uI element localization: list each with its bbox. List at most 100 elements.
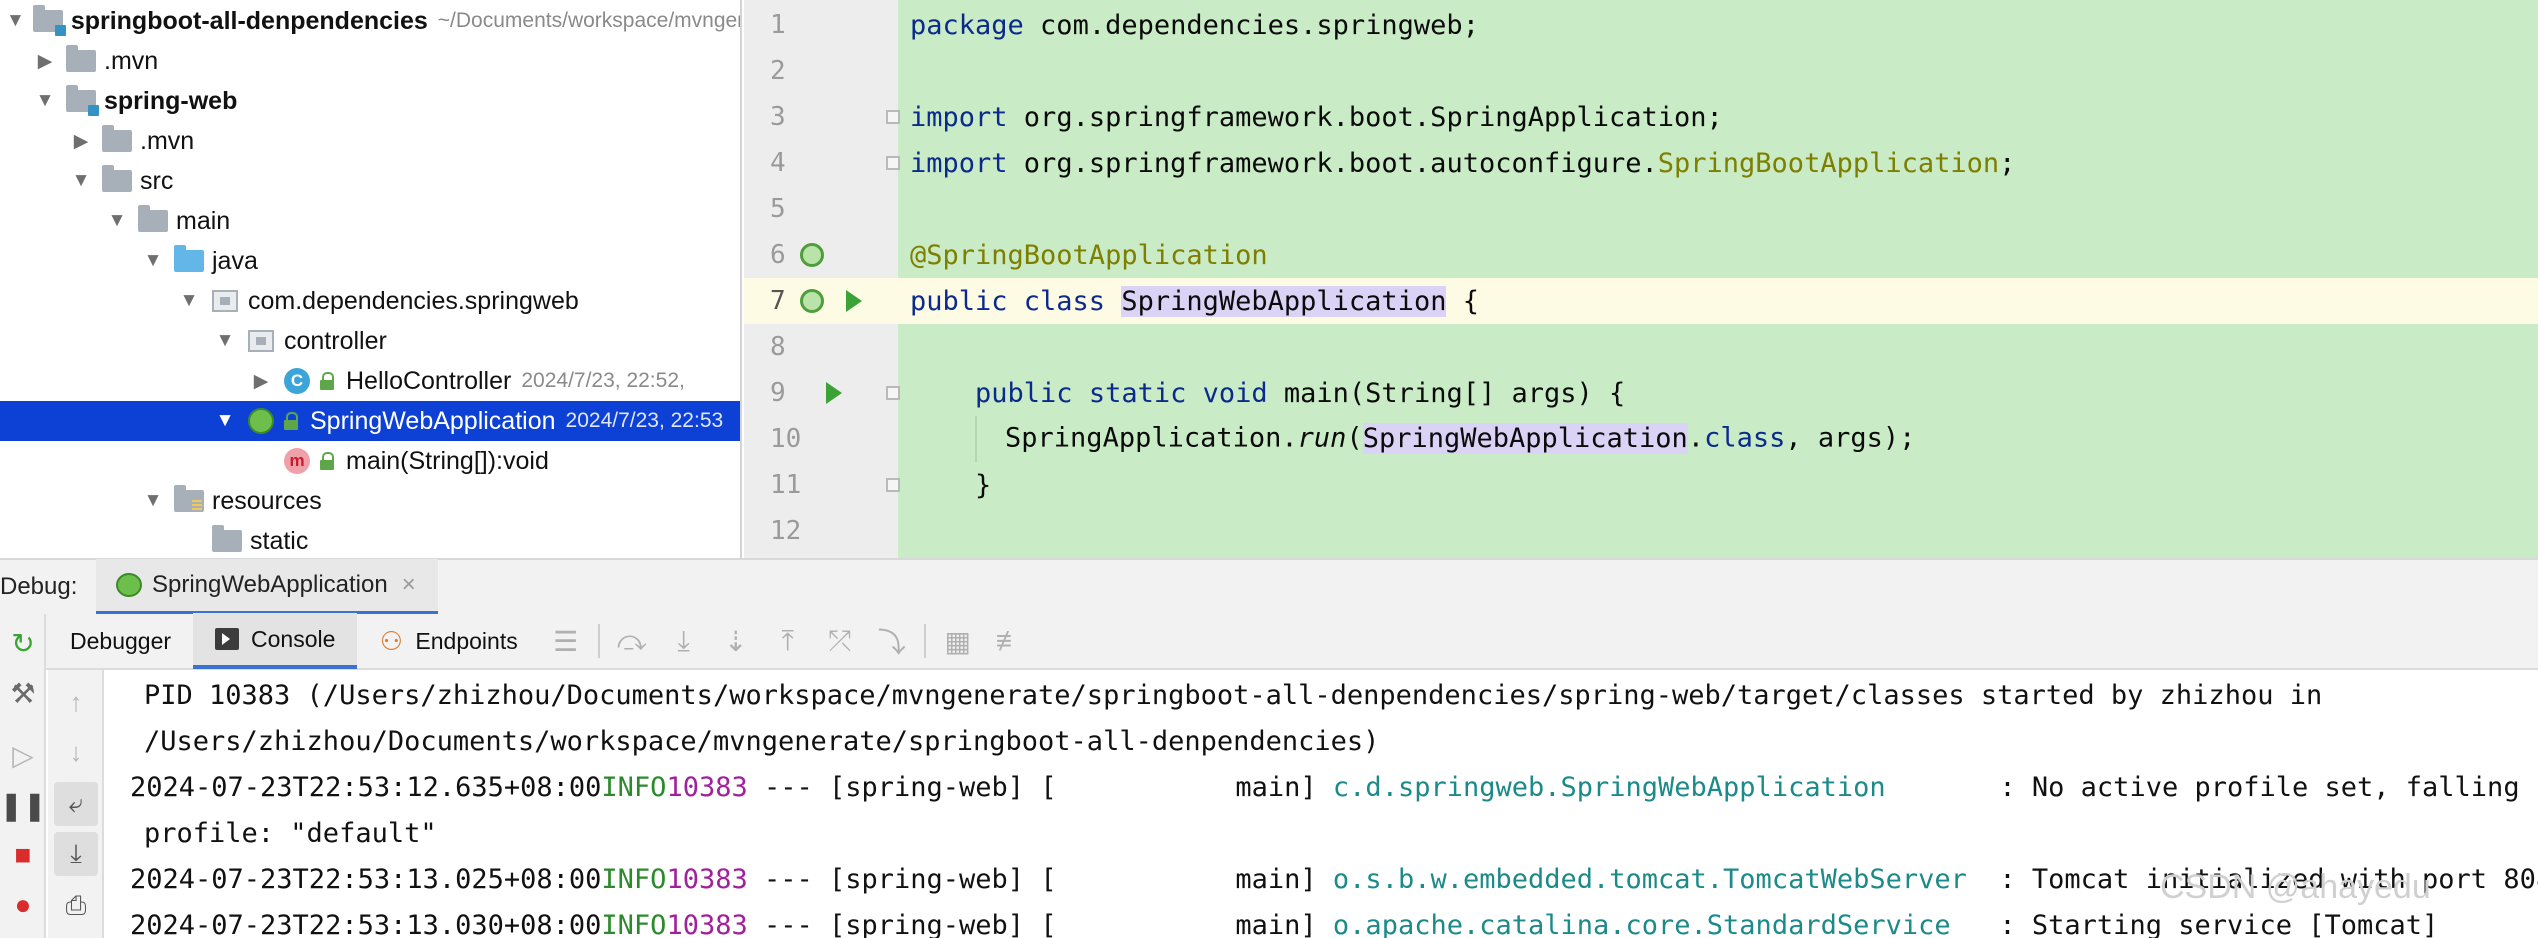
chevron-right-icon[interactable]: ▶ xyxy=(32,50,58,73)
chevron-right-icon[interactable]: ▶ xyxy=(248,370,274,393)
scroll-to-end-icon[interactable]: ⤓ xyxy=(54,832,98,876)
fold-marker-icon[interactable] xyxy=(886,110,900,124)
chevron-down-icon[interactable]: ▼ xyxy=(212,330,238,352)
chevron-down-icon[interactable]: ▼ xyxy=(6,10,25,32)
chevron-down-icon[interactable]: ▼ xyxy=(176,290,202,312)
code-line-current[interactable]: 7 public class SpringWebApplication { xyxy=(744,278,2538,324)
console-icon xyxy=(215,627,240,651)
log-thread: --- [spring-web] [ main] xyxy=(747,771,1333,803)
resources-folder-icon xyxy=(174,485,204,516)
tree-row-root[interactable]: ▼ springboot-all-denpendencies ~/Documen… xyxy=(0,1,740,41)
code-line[interactable]: 8 xyxy=(744,324,2538,370)
keyword: import xyxy=(910,101,1008,133)
run-to-cursor-icon[interactable]: ⤵ xyxy=(866,613,918,669)
print-icon[interactable]: ⎙ xyxy=(54,884,98,928)
stop-icon[interactable]: ■ xyxy=(0,832,46,878)
fold-marker-icon[interactable] xyxy=(886,478,900,492)
step-over-icon[interactable]: ⤼ xyxy=(606,613,658,669)
resume-icon[interactable]: ▷ xyxy=(0,732,46,778)
code-text: } xyxy=(975,469,992,501)
run-gutter-icon[interactable] xyxy=(846,290,862,312)
source-folder-icon xyxy=(174,245,204,276)
chevron-down-icon[interactable]: ▼ xyxy=(212,410,238,432)
log-pid: 10383 xyxy=(666,909,748,938)
log-logger[interactable]: c.d.springweb.SpringWebApplication xyxy=(1333,772,1983,803)
pause-icon[interactable]: ❚❚ xyxy=(0,782,46,828)
code-editor[interactable]: 1 package com.dependencies.springweb; 2 … xyxy=(744,0,2538,558)
tree-row-main[interactable]: ▼ main xyxy=(0,201,740,241)
tree-row-mvn[interactable]: ▶ .mvn xyxy=(0,41,740,81)
code-line[interactable]: 3 import org.springframework.boot.Spring… xyxy=(744,94,2538,140)
code-line[interactable]: 12 xyxy=(744,508,2538,554)
tree-row-resources[interactable]: ▼ resources xyxy=(0,481,740,521)
log-level: INFO xyxy=(601,909,667,938)
endpoints-icon: ⚇ xyxy=(379,625,404,656)
tab-debugger[interactable]: Debugger xyxy=(46,613,193,669)
line-number: 9 xyxy=(770,378,786,408)
tab-console[interactable]: Console xyxy=(193,613,358,669)
code-line[interactable]: 10 SpringApplication.run(SpringWebApplic… xyxy=(744,416,2538,462)
code-line[interactable]: 6 @SpringBootApplication xyxy=(744,232,2538,278)
tree-row-package[interactable]: ▼ com.dependencies.springweb xyxy=(0,281,740,321)
menu-icon[interactable]: ☰ xyxy=(540,613,592,669)
trace-icon[interactable]: ≢ xyxy=(984,613,1036,669)
tree-row-spring-web[interactable]: ▼ spring-web xyxy=(0,81,740,121)
arrow-down-icon[interactable]: ↓ xyxy=(54,730,98,774)
chevron-down-icon[interactable]: ▼ xyxy=(32,90,58,112)
force-step-into-icon[interactable]: ⇣ xyxy=(710,613,762,669)
tree-label: .mvn xyxy=(140,126,195,155)
tree-row-controller[interactable]: ▼ controller xyxy=(0,321,740,361)
step-into-icon[interactable]: ⤓ xyxy=(658,613,710,669)
project-tree: ▼ springboot-all-denpendencies ~/Documen… xyxy=(0,0,742,558)
run-gutter-icon[interactable] xyxy=(826,382,842,404)
log-logger[interactable]: o.s.b.w.embedded.tomcat.TomcatWebServer xyxy=(1333,864,1983,895)
tree-row-mvn-2[interactable]: ▶ .mvn xyxy=(0,121,740,161)
folder-icon xyxy=(102,125,132,156)
close-icon[interactable]: × xyxy=(402,571,416,599)
log-pid: 10383 xyxy=(666,771,748,803)
chevron-right-icon[interactable]: ▶ xyxy=(68,130,94,153)
rerun-icon[interactable]: ↻ xyxy=(0,620,46,666)
console-line: PID 10383 (/Users/zhizhou/Documents/work… xyxy=(144,679,2323,711)
tree-row-hello-controller[interactable]: ▶ C HelloController 2024/7/23, 22:52, xyxy=(0,361,740,401)
step-out-icon[interactable]: ⤒ xyxy=(762,613,814,669)
debug-session-tab[interactable]: SpringWebApplication × xyxy=(96,559,438,615)
spring-bean-gutter-icon[interactable] xyxy=(800,243,824,267)
chevron-down-icon[interactable]: ▼ xyxy=(68,170,94,192)
tree-row-spring-web-application[interactable]: ▼ SpringWebApplication 2024/7/23, 22:53 xyxy=(0,401,740,441)
console-line: profile: "default" xyxy=(144,817,437,849)
chevron-down-icon[interactable]: ▼ xyxy=(140,490,166,512)
tree-row-static[interactable]: static xyxy=(0,521,740,558)
spring-boot-class-icon xyxy=(246,406,276,436)
spring-bean-gutter-icon[interactable] xyxy=(800,289,824,313)
code-line[interactable]: 1 package com.dependencies.springweb; xyxy=(744,2,2538,48)
code-text: main(String[] args) { xyxy=(1267,377,1626,409)
code-line[interactable]: 4 import org.springframework.boot.autoco… xyxy=(744,140,2538,186)
keyword: import xyxy=(910,147,1008,179)
tree-label: src xyxy=(140,166,174,195)
settings-wrench-icon[interactable]: ⚒ xyxy=(0,670,46,716)
code-line[interactable]: 2 xyxy=(744,48,2538,94)
evaluate-expression-icon[interactable]: ▦ xyxy=(932,613,984,669)
log-logger[interactable]: o.apache.catalina.core.StandardService xyxy=(1333,910,1983,938)
drop-frame-icon[interactable]: ⤱ xyxy=(814,613,866,669)
tree-row-java[interactable]: ▼ java xyxy=(0,241,740,281)
view-breakpoints-icon[interactable]: ● xyxy=(0,882,46,928)
tree-row-main-method[interactable]: m main(String[]):void xyxy=(0,441,740,481)
arrow-up-icon[interactable]: ↑ xyxy=(54,680,98,724)
chevron-down-icon[interactable]: ▼ xyxy=(140,250,166,272)
spring-boot-icon xyxy=(116,573,142,597)
tab-endpoints[interactable]: ⚇ Endpoints xyxy=(357,613,539,669)
fold-marker-icon[interactable] xyxy=(886,386,900,400)
code-line[interactable]: 9 public static void main(String[] args)… xyxy=(744,370,2538,416)
soft-wrap-icon[interactable]: ⤶ xyxy=(54,782,98,826)
tree-label: controller xyxy=(284,326,387,355)
code-line[interactable]: 5 xyxy=(744,186,2538,232)
code-line[interactable]: 11 } xyxy=(744,462,2538,508)
indent-guide xyxy=(975,416,978,462)
fold-marker-icon[interactable] xyxy=(886,156,900,170)
tab-label: Debugger xyxy=(70,627,172,654)
tree-row-src[interactable]: ▼ src xyxy=(0,161,740,201)
tab-label: Console xyxy=(251,625,336,652)
chevron-down-icon[interactable]: ▼ xyxy=(104,210,130,232)
